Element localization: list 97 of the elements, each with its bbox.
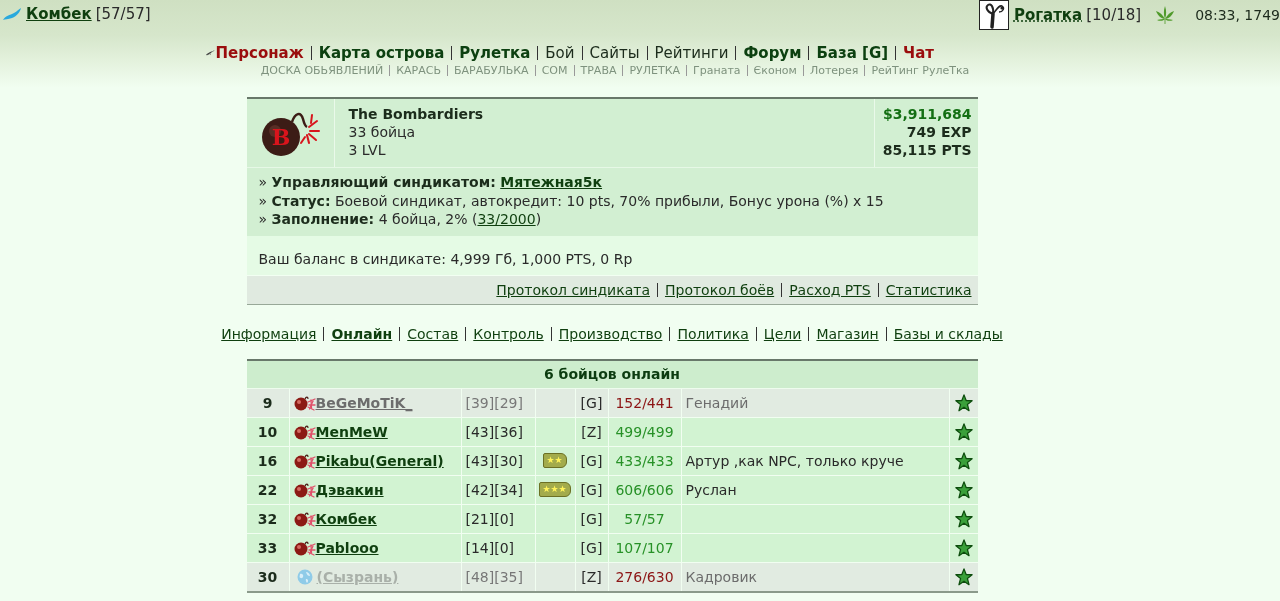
weapon-link[interactable]: Рогатка [1013, 6, 1083, 24]
user-hp: [57/57] [95, 4, 151, 23]
user-link[interactable]: Комбек [26, 4, 92, 23]
protocol-link[interactable]: Расход PTS [789, 280, 871, 299]
level-text: [21][0] [465, 510, 515, 527]
star-icon [954, 480, 973, 499]
protocol-link[interactable]: Протокол синдиката [496, 280, 650, 299]
section-tab[interactable]: Производство [558, 325, 663, 342]
rank-number: 16 [257, 452, 278, 469]
globe-icon [296, 568, 313, 585]
protocol-link[interactable]: Протокол боёв [664, 280, 775, 299]
protocol-link[interactable]: Статистика [885, 280, 972, 299]
section-tab[interactable]: Контроль [473, 325, 544, 342]
bomb-logo: B [259, 107, 321, 159]
detail-line: » Управляющий синдикатом: Мятежная5к [258, 173, 604, 192]
hp-value: 499/499 [615, 423, 674, 440]
clan-tag: [G] [580, 481, 603, 498]
rank-insignia: ★★★ [539, 482, 571, 497]
pts-amount: 85,115 PTS [882, 141, 972, 159]
weapon-ammo: [10/18] [1086, 6, 1142, 24]
star-icon [954, 538, 973, 557]
rank-number: 9 [262, 394, 273, 411]
nav-link[interactable]: Персонаж [215, 44, 304, 62]
detail-line: » Статус: Боевой синдикат, автокредит: 10 pts, 70% прибыли, Бонус урона (%) x 15 [258, 191, 885, 210]
bomb-icon [293, 510, 316, 527]
star-icon [954, 422, 973, 441]
level-text: [48][35] [465, 568, 523, 585]
clan-tag: [G] [580, 394, 603, 411]
hp-value: 57/57 [624, 510, 665, 527]
member-link[interactable]: Комбек [315, 510, 377, 527]
bomb-icon [293, 539, 316, 556]
detail-link[interactable]: Мятежная5к [500, 174, 603, 190]
money-amount: $3,911,684 [882, 105, 972, 123]
member-note: Кадровик [685, 568, 757, 585]
member-note: Артур ,как NPC, только круче [685, 452, 904, 469]
star-icon [954, 509, 973, 528]
rank-insignia: ★★ [543, 453, 567, 468]
nav-link[interactable]: База [G] [816, 44, 889, 62]
star-icon [954, 451, 973, 470]
hp-value: 107/107 [615, 539, 674, 556]
section-tab[interactable]: Состав [407, 325, 459, 342]
level-text: [43][36] [465, 423, 523, 440]
syndicate-level: 3 LVL [348, 141, 386, 159]
syndicate-name: The Bombardiers [348, 105, 484, 123]
bomb-icon [293, 394, 316, 411]
member-count: 33 бойца [348, 123, 416, 141]
rank-number: 32 [257, 510, 278, 527]
rank-number: 22 [257, 481, 278, 498]
feather-icon [2, 6, 22, 21]
member-link[interactable]: MenMeW [315, 423, 388, 440]
bomb-icon [293, 481, 316, 498]
rank-number: 33 [257, 539, 278, 556]
hp-value: 433/433 [615, 452, 674, 469]
bomb-icon [293, 452, 316, 469]
level-text: [39][29] [465, 394, 523, 411]
level-text: [43][30] [465, 452, 523, 469]
balance-text: Ваш баланс в синдикате: 4,999 Гб, 1,000 PTS, 0 Rp [258, 250, 633, 267]
hp-value: 152/441 [615, 394, 674, 411]
member-note: Генадий [685, 394, 749, 411]
clan-tag: [Z] [581, 568, 602, 585]
level-text: [42][34] [465, 481, 523, 498]
member-link[interactable]: BeGeMoTiK_ [315, 394, 413, 411]
star-icon [954, 567, 973, 586]
nav-link[interactable]: Сайты [589, 44, 640, 62]
rank-number: 10 [257, 423, 278, 440]
clock-text: 08:33, 1749 [1195, 7, 1280, 23]
nav-link[interactable]: Рулетка [459, 44, 531, 62]
slingshot-icon [978, 0, 1009, 30]
section-tab[interactable]: Магазин [816, 325, 879, 342]
section-tab[interactable]: Онлайн [331, 325, 393, 342]
level-text: [14][0] [465, 539, 515, 556]
member-link[interactable]: Дэвакин [315, 481, 384, 498]
member-link[interactable]: Pablooo [315, 539, 379, 556]
nav-link[interactable]: Чат [903, 44, 934, 62]
nav-link[interactable]: Рейтинги [654, 44, 729, 62]
member-note: Руслан [685, 481, 737, 498]
nav-link[interactable]: Форум [743, 44, 802, 62]
clan-tag: [Z] [581, 423, 602, 440]
detail-line: » Заполнение: 4 бойца, 2% (33/2000) [258, 210, 543, 229]
nav-link[interactable]: Карта острова [318, 44, 445, 62]
bomb-icon [293, 423, 316, 440]
nav-link[interactable]: Бой [545, 44, 575, 62]
section-tab[interactable]: Базы и склады [893, 325, 1003, 342]
clan-tag: [G] [580, 452, 603, 469]
rank-number: 30 [257, 568, 278, 585]
section-tab[interactable]: Информация [221, 325, 317, 342]
hp-value: 606/606 [615, 481, 674, 498]
hp-value: 276/630 [615, 568, 674, 585]
star-icon [954, 393, 973, 412]
section-tab[interactable]: Цели [763, 325, 802, 342]
clan-tag: [G] [580, 510, 603, 527]
member-link[interactable]: Pikabu(General) [315, 452, 444, 469]
clan-tag: [G] [580, 539, 603, 556]
section-tab[interactable]: Политика [677, 325, 749, 342]
exp-amount: 749 EXP [906, 123, 972, 141]
table-title: 6 бойцов онлайн [544, 366, 680, 382]
detail-link[interactable]: 33/2000 [477, 211, 536, 227]
